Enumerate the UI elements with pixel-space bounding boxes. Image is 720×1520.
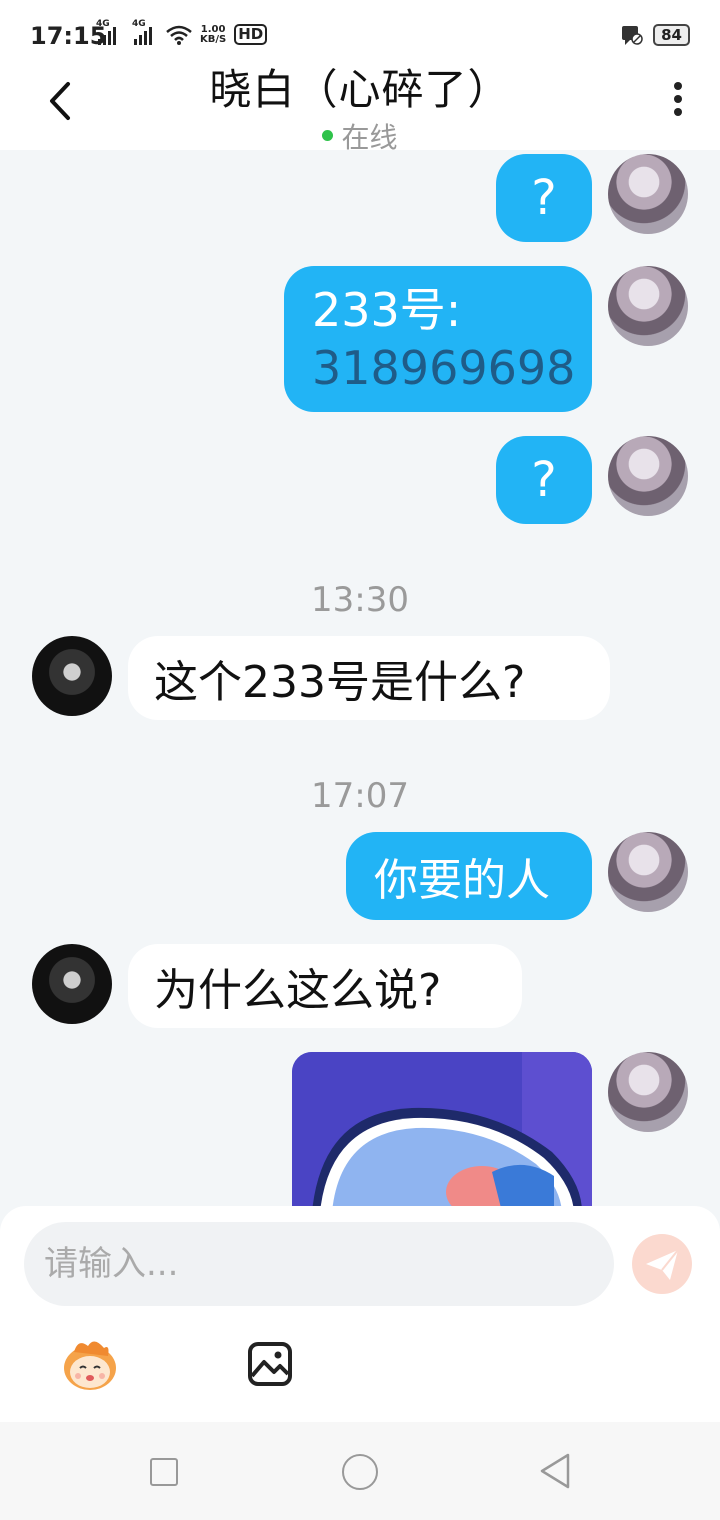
avatar[interactable] <box>608 832 688 912</box>
message-text-line-1: 233号: <box>312 283 462 337</box>
battery-indicator: 84 <box>653 24 690 46</box>
emoji-button[interactable] <box>60 1336 120 1392</box>
avatar[interactable] <box>608 154 688 234</box>
online-dot-icon <box>322 129 334 141</box>
status-icons: 4G 4G 1.00 KB/S HD <box>96 19 268 45</box>
message-bubble-incoming[interactable]: 这个233号是什么? <box>128 636 610 720</box>
avatar[interactable] <box>608 1052 688 1132</box>
message-timestamp: 13:30 <box>311 580 409 620</box>
home-button[interactable] <box>342 1454 378 1490</box>
avatar[interactable] <box>608 436 688 516</box>
message-text: 这个233号是什么? <box>154 657 526 708</box>
send-button[interactable] <box>632 1234 692 1294</box>
wifi-icon <box>166 25 192 45</box>
message-text: 你要的人 <box>374 855 550 906</box>
more-vertical-icon[interactable] <box>670 82 686 122</box>
network-speed: 1.00 KB/S <box>200 25 226 45</box>
image-message[interactable] <box>292 1052 592 1206</box>
image-icon <box>248 1342 292 1386</box>
network-type-1: 4G <box>96 19 110 29</box>
sticker-image <box>292 1052 592 1206</box>
message-bubble-outgoing[interactable]: ? <box>496 436 592 524</box>
chat-area[interactable]: ? 233号: 318969698 ? 13:30 这个233号是什么? 17:… <box>0 150 720 1206</box>
send-icon <box>646 1249 679 1280</box>
message-bubble-outgoing[interactable]: 你要的人 <box>346 832 592 920</box>
status-right: 84 <box>621 24 690 46</box>
status-time: 17:15 <box>30 22 107 50</box>
input-panel <box>0 1206 720 1422</box>
avatar[interactable] <box>32 944 112 1024</box>
message-text: 为什么这么说? <box>154 965 442 1016</box>
chat-header: 晓白（心碎了） 在线 <box>0 48 720 154</box>
message-bubble-outgoing[interactable]: ? <box>496 154 592 242</box>
signal-icon: 4G <box>96 19 116 45</box>
message-bubble-outgoing[interactable]: 233号: 318969698 <box>284 266 592 412</box>
avatar[interactable] <box>608 266 688 346</box>
message-text-line-2: 318969698 <box>312 341 576 395</box>
speed-unit: KB/S <box>200 34 227 45</box>
nav-back-icon[interactable] <box>538 1452 572 1490</box>
recent-apps-button[interactable] <box>150 1458 178 1486</box>
message-text: ? <box>531 452 557 508</box>
message-bubble-incoming[interactable]: 为什么这么说? <box>128 944 522 1028</box>
message-input[interactable] <box>24 1222 614 1306</box>
network-type-2: 4G <box>132 19 146 29</box>
message-timestamp: 17:07 <box>311 776 409 816</box>
chat-title: 晓白（心碎了） <box>209 65 511 114</box>
notification-icon <box>622 26 643 45</box>
system-nav-bar <box>0 1422 720 1520</box>
signal-icon: 4G <box>132 19 152 45</box>
avatar[interactable] <box>32 636 112 716</box>
image-picker-button[interactable] <box>246 1340 294 1388</box>
emoji-icon <box>64 1341 116 1390</box>
hd-icon: HD <box>234 24 268 45</box>
message-text: ? <box>531 170 557 226</box>
